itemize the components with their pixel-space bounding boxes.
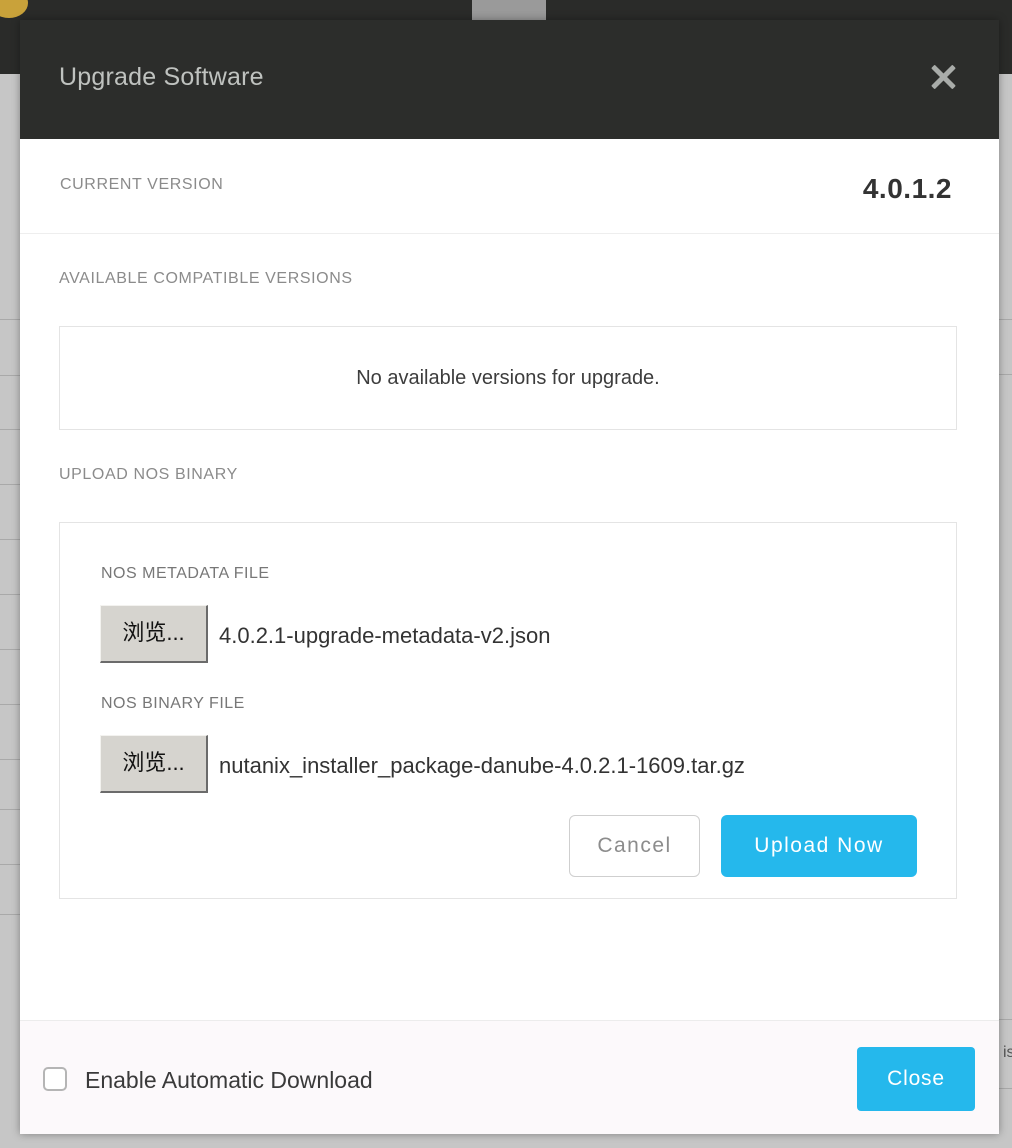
available-versions-label: AVAILABLE COMPATIBLE VERSIONS — [59, 270, 353, 287]
metadata-file-label: NOS METADATA FILE — [101, 565, 270, 582]
enable-automatic-download-label[interactable]: Enable Automatic Download — [85, 1067, 373, 1094]
binary-file-name: nutanix_installer_package-danube-4.0.2.1… — [219, 753, 745, 778]
binary-browse-button[interactable]: 浏览... — [100, 735, 208, 793]
enable-automatic-download-checkbox[interactable] — [43, 1067, 67, 1091]
no-versions-message: No available versions for upgrade. — [356, 367, 660, 389]
dialog-title: Upgrade Software — [59, 63, 264, 91]
background-partial-text: is — [1003, 1044, 1012, 1061]
current-version-value: 4.0.1.2 — [862, 173, 952, 204]
upload-binary-label: UPLOAD NOS BINARY — [59, 466, 238, 483]
close-button[interactable]: Close — [857, 1047, 975, 1111]
upgrade-software-dialog: Upgrade Software CURRENT VERSION 4.0.1.2… — [20, 20, 999, 1134]
metadata-browse-button[interactable]: 浏览... — [100, 605, 208, 663]
cancel-button[interactable]: Cancel — [569, 815, 700, 877]
app-logo — [472, 0, 546, 20]
upload-binary-panel: NOS METADATA FILE 浏览... 4.0.2.1-upgrade-… — [59, 522, 957, 899]
available-versions-panel: No available versions for upgrade. — [59, 326, 957, 430]
metadata-file-name: 4.0.2.1-upgrade-metadata-v2.json — [219, 623, 551, 648]
upload-now-button[interactable]: Upload Now — [721, 815, 917, 877]
close-icon[interactable] — [926, 60, 960, 94]
current-version-row: CURRENT VERSION 4.0.1.2 — [20, 139, 999, 234]
dialog-footer: Enable Automatic Download Close — [20, 1020, 999, 1134]
current-version-label: CURRENT VERSION — [60, 176, 224, 193]
dialog-header: Upgrade Software — [20, 20, 999, 139]
binary-file-label: NOS BINARY FILE — [101, 695, 245, 712]
